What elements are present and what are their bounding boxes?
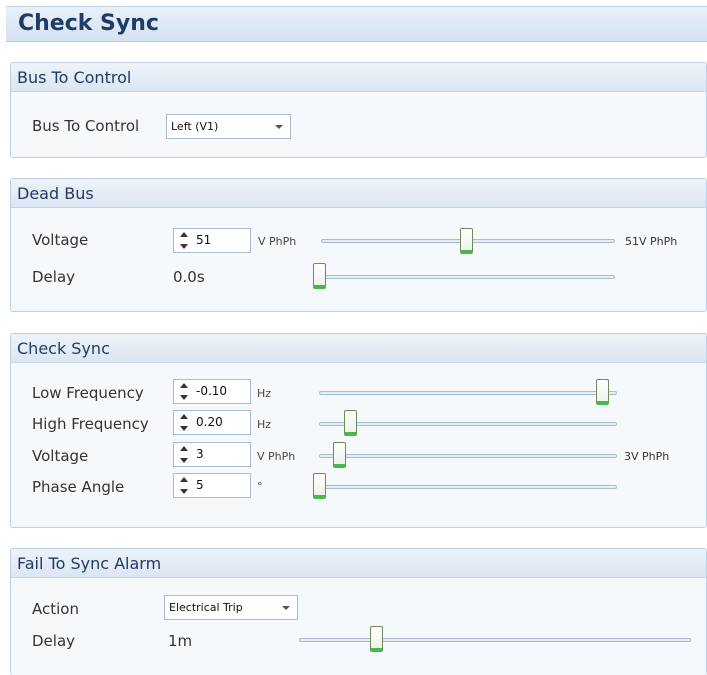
delay-slider-thumb[interactable]	[313, 263, 326, 289]
spin-arrows-icon[interactable]	[180, 477, 188, 494]
high-frequency-slider-track[interactable]	[319, 422, 617, 426]
voltage-readout: 3V PhPh	[624, 450, 670, 463]
voltage-label: Voltage	[32, 447, 89, 465]
delay-slider-track[interactable]	[315, 275, 615, 279]
check-sync-header: Check Sync	[11, 334, 706, 363]
dead-bus-header: Dead Bus	[11, 179, 706, 208]
voltage-value: 51	[196, 233, 212, 247]
voltage-unit: V PhPh	[257, 450, 296, 463]
dropdown-value: Left (V1)	[171, 120, 219, 133]
section-title: Check Sync	[17, 339, 110, 358]
action-label: Action	[32, 600, 79, 618]
fail-to-sync-alarm-header: Fail To Sync Alarm	[11, 549, 706, 578]
phase-angle-slider-track[interactable]	[319, 485, 617, 489]
voltage-slider-thumb[interactable]	[460, 228, 473, 254]
chevron-down-icon[interactable]	[282, 606, 290, 610]
phase-angle-slider-thumb[interactable]	[313, 473, 326, 499]
phase-angle-unit: °	[257, 480, 263, 493]
check-sync-panel: Check Sync Low Frequency -0.10 Hz High F…	[10, 333, 707, 528]
fail-to-sync-alarm-panel: Fail To Sync Alarm Action Electrical Tri…	[10, 548, 707, 675]
spin-arrows-icon[interactable]	[180, 414, 188, 431]
section-title: Fail To Sync Alarm	[17, 554, 162, 573]
delay-value: 1m	[168, 632, 193, 650]
high-frequency-unit: Hz	[257, 418, 272, 431]
delay-value: 0.0s	[173, 268, 205, 286]
phase-angle-stepper[interactable]: 5	[173, 473, 251, 498]
spin-arrows-icon[interactable]	[180, 232, 188, 249]
section-title: Dead Bus	[17, 184, 94, 203]
phase-angle-value: 5	[196, 478, 204, 492]
voltage-stepper[interactable]: 3	[173, 442, 251, 467]
voltage-value: 3	[196, 447, 204, 461]
action-dropdown[interactable]: Electrical Trip	[164, 595, 298, 620]
delay-label: Delay	[32, 268, 76, 286]
bus-to-control-header: Bus To Control	[11, 63, 706, 92]
voltage-unit: V PhPh	[258, 235, 297, 248]
bus-to-control-panel: Bus To Control Bus To Control Left (V1)	[10, 62, 707, 158]
delay-slider-track[interactable]	[299, 638, 691, 642]
low-frequency-slider-track[interactable]	[319, 391, 617, 395]
phase-angle-label: Phase Angle	[32, 478, 125, 496]
chevron-down-icon[interactable]	[275, 125, 283, 129]
high-frequency-value: 0.20	[196, 415, 223, 429]
low-frequency-stepper[interactable]: -0.10	[173, 379, 251, 404]
voltage-readout: 51V PhPh	[625, 235, 678, 248]
voltage-slider-track[interactable]	[319, 454, 617, 458]
high-frequency-slider-thumb[interactable]	[344, 410, 357, 436]
high-frequency-stepper[interactable]: 0.20	[173, 410, 251, 435]
delay-slider-thumb[interactable]	[370, 626, 383, 652]
spin-arrows-icon[interactable]	[180, 383, 188, 400]
low-frequency-label: Low Frequency	[32, 384, 144, 402]
section-title: Bus To Control	[17, 68, 132, 87]
voltage-label: Voltage	[32, 231, 89, 249]
low-frequency-slider-thumb[interactable]	[596, 379, 609, 405]
low-frequency-value: -0.10	[196, 384, 228, 398]
spin-arrows-icon[interactable]	[180, 446, 188, 463]
high-frequency-label: High Frequency	[32, 415, 149, 433]
bus-to-control-dropdown[interactable]: Left (V1)	[166, 114, 291, 139]
voltage-stepper[interactable]: 51	[173, 228, 251, 253]
low-frequency-unit: Hz	[257, 387, 272, 400]
dropdown-value: Electrical Trip	[169, 601, 243, 614]
bus-to-control-label: Bus To Control	[32, 117, 140, 135]
delay-label: Delay	[32, 632, 76, 650]
title-bar: Check Sync	[6, 6, 707, 42]
dead-bus-panel: Dead Bus Voltage 51 V PhPh 51V PhPh Dela…	[10, 178, 707, 312]
voltage-slider-thumb[interactable]	[333, 442, 346, 468]
page-title: Check Sync	[18, 11, 159, 36]
